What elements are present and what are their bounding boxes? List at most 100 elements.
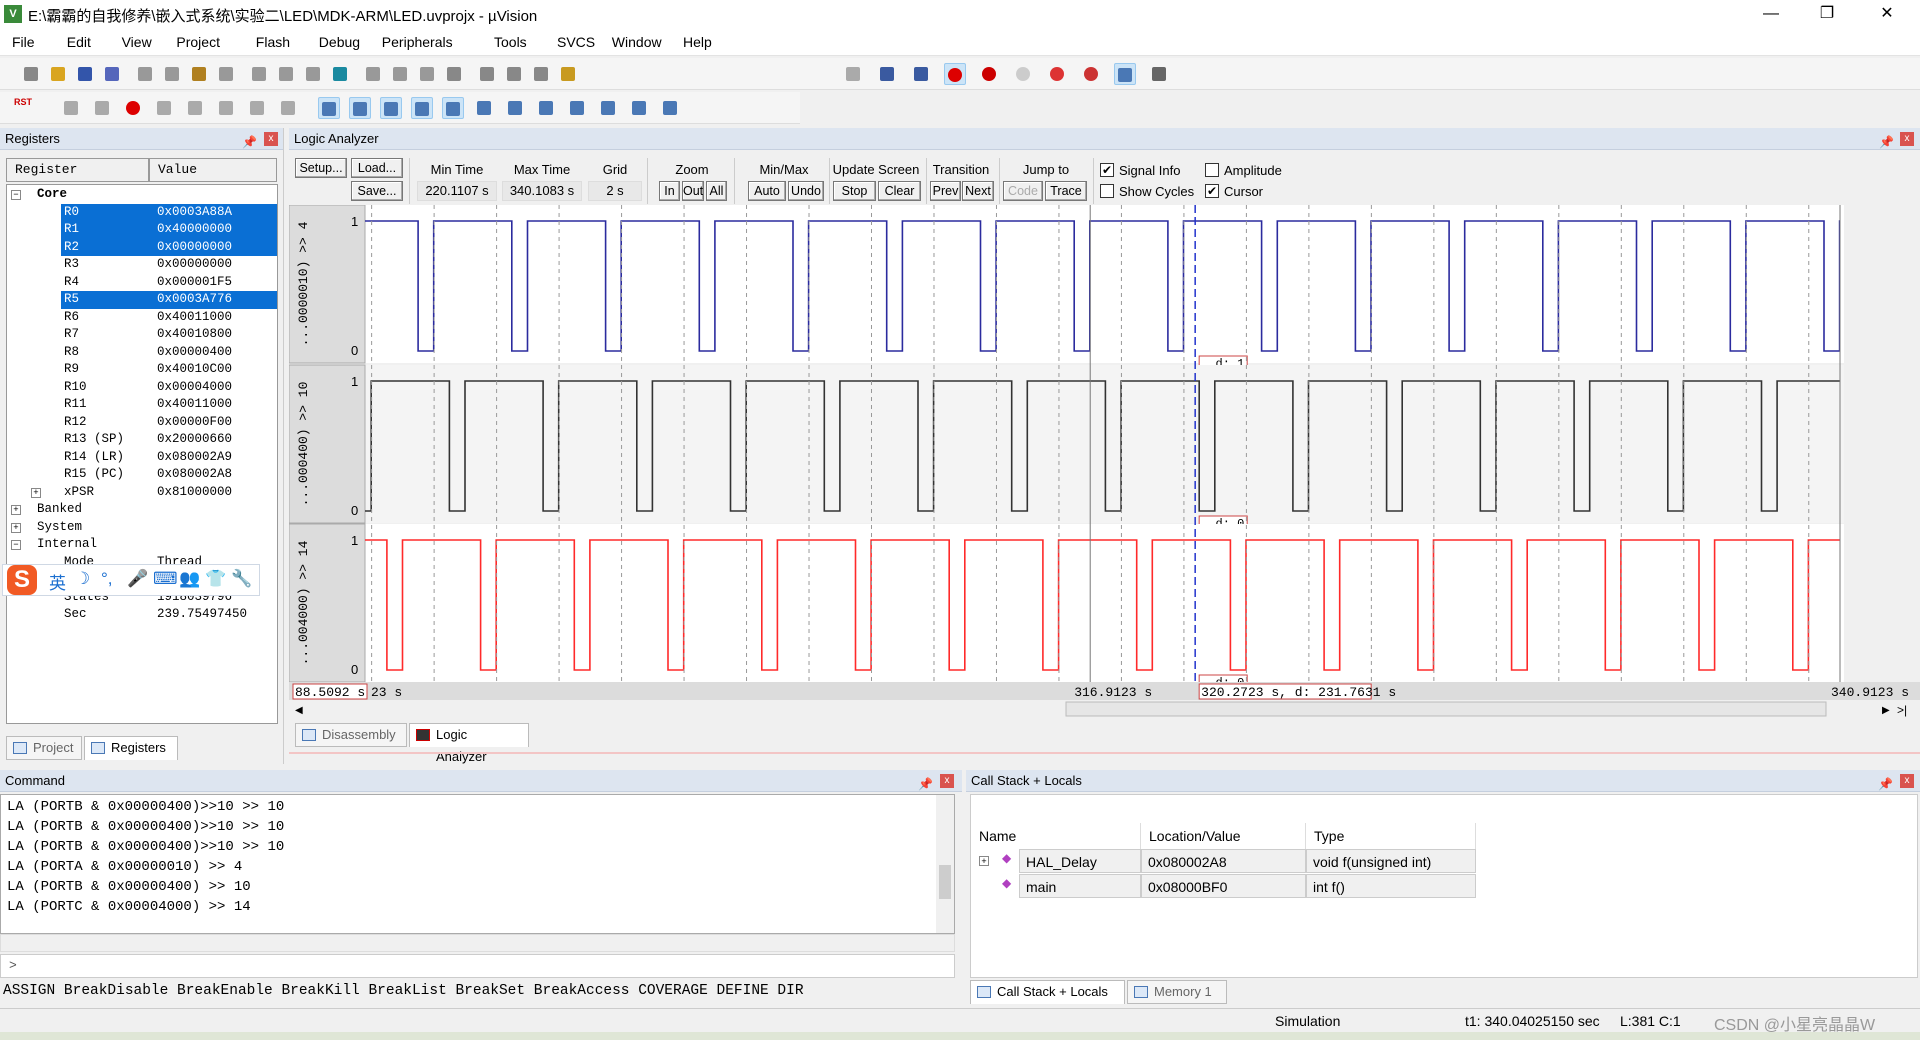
clear-bookmarks-icon[interactable] — [416, 63, 438, 85]
column-name[interactable]: Name — [971, 823, 1141, 849]
debug-settings-icon[interactable] — [876, 63, 898, 85]
step-out-icon[interactable] — [215, 97, 237, 119]
symbols-window-icon[interactable] — [380, 97, 402, 119]
menu-edit[interactable]: Edit — [67, 34, 91, 50]
zoom-out-button[interactable]: Out — [682, 181, 704, 201]
cursor-checkbox[interactable]: ✔ Cursor — [1205, 184, 1263, 199]
signal-info-checkbox[interactable]: ✔ Signal Info — [1100, 163, 1180, 178]
register-row[interactable]: R4 0x000001F5 — [7, 274, 277, 292]
register-row[interactable]: R5 0x0003A776 — [7, 291, 277, 309]
horizontal-scrollbar[interactable] — [0, 934, 955, 952]
code-button[interactable]: Code — [1003, 181, 1043, 201]
toolbox-icon[interactable] — [659, 97, 681, 119]
scroll-left-icon[interactable]: ◀ — [295, 705, 303, 716]
function-name[interactable]: main — [1019, 874, 1141, 898]
trace-windows-icon[interactable] — [597, 97, 619, 119]
menu-svcs[interactable]: SVCS — [557, 34, 595, 50]
memory-windows-icon[interactable] — [504, 97, 526, 119]
copy-icon[interactable] — [161, 63, 183, 85]
menu-flash[interactable]: Flash — [256, 34, 290, 50]
collapse-icon[interactable]: − — [11, 540, 21, 550]
amplitude-checkbox[interactable]: Amplitude — [1205, 163, 1282, 178]
tab-memory-1[interactable]: Memory 1 — [1127, 980, 1227, 1004]
redo-icon[interactable] — [248, 63, 270, 85]
undo-icon[interactable] — [215, 63, 237, 85]
tab-logic-analyzer[interactable]: Logic Analyzer — [409, 723, 529, 764]
cut-icon[interactable] — [134, 63, 156, 85]
kill-breakpoints-icon[interactable] — [1080, 63, 1102, 85]
ime-item-icon[interactable]: 👕 — [205, 569, 226, 589]
pin-icon[interactable]: 📌 — [918, 773, 933, 795]
menu-help[interactable]: Help — [683, 34, 712, 50]
menu-debug[interactable]: Debug — [319, 34, 360, 50]
tab-registers[interactable]: Registers — [84, 736, 178, 760]
clear-button[interactable]: Clear — [878, 181, 921, 201]
tab-call-stack[interactable]: Call Stack + Locals — [970, 980, 1125, 1004]
auto-button[interactable]: Auto — [748, 181, 786, 201]
disassembly-window-icon[interactable] — [349, 97, 371, 119]
nav-forward-icon[interactable] — [302, 63, 324, 85]
stop-icon[interactable] — [122, 97, 144, 119]
tab-disassembly[interactable]: Disassembly — [295, 723, 407, 747]
register-group[interactable]: + System — [7, 519, 277, 537]
register-row[interactable]: R12 0x00000F00 — [7, 414, 277, 432]
register-row[interactable]: R7 0x40010800 — [7, 326, 277, 344]
command-input[interactable]: > — [0, 954, 955, 978]
register-row[interactable]: R10 0x00004000 — [7, 379, 277, 397]
close-icon[interactable]: x — [264, 132, 278, 146]
register-row[interactable]: R3 0x00000000 — [7, 256, 277, 274]
menu-tools[interactable]: Tools — [494, 34, 527, 50]
scroll-end-icon[interactable]: >| — [1897, 703, 1907, 717]
register-row[interactable]: R9 0x40010C00 — [7, 361, 277, 379]
expand-icon[interactable]: + — [979, 856, 989, 866]
save-icon[interactable] — [74, 63, 96, 85]
insert-breakpoint-icon[interactable] — [978, 63, 1000, 85]
sogou-logo-icon[interactable]: S — [7, 565, 37, 595]
new-file-icon[interactable] — [20, 63, 42, 85]
step-into-icon[interactable] — [153, 97, 175, 119]
load-button[interactable]: Load... — [351, 158, 403, 178]
tools-icon[interactable] — [1148, 63, 1170, 85]
minimize-button[interactable]: — — [1748, 0, 1794, 28]
unindent-icon[interactable] — [476, 63, 498, 85]
zoom-all-button[interactable]: All — [706, 181, 727, 201]
pin-icon[interactable]: 📌 — [1878, 773, 1893, 795]
enable-breakpoint-icon[interactable] — [1012, 63, 1034, 85]
column-type[interactable]: Type — [1306, 823, 1476, 849]
register-row[interactable]: R8 0x00000400 — [7, 344, 277, 362]
trace-button[interactable]: Trace — [1045, 181, 1087, 201]
undo-button[interactable]: Undo — [788, 181, 824, 201]
ime-item-icon[interactable]: 🔧 — [231, 569, 252, 589]
serial-windows-icon[interactable] — [535, 97, 557, 119]
indent-icon[interactable] — [443, 63, 465, 85]
scrollbar-thumb[interactable] — [1065, 701, 1827, 717]
next-button[interactable]: Next — [962, 181, 994, 201]
register-row[interactable]: R2 0x00000000 — [7, 238, 277, 256]
collapse-icon[interactable]: − — [11, 190, 21, 200]
column-location[interactable]: Location/Value — [1141, 823, 1306, 849]
nav-back-icon[interactable] — [275, 63, 297, 85]
watch-windows-icon[interactable] — [473, 97, 495, 119]
ime-item-icon[interactable]: °, — [101, 569, 113, 589]
close-button[interactable]: ✕ — [1864, 0, 1910, 28]
reset-button[interactable]: RST — [12, 97, 34, 119]
bookmark-icon[interactable] — [329, 63, 351, 85]
register-row[interactable]: R14 (LR) 0x080002A9 — [7, 449, 277, 467]
expand-icon[interactable]: + — [11, 522, 21, 533]
registers-window-icon[interactable] — [411, 97, 433, 119]
register-row[interactable]: R0 0x0003A88A — [7, 203, 277, 221]
register-row[interactable]: + xPSR 0x81000000 — [7, 484, 277, 502]
save-all-icon[interactable] — [101, 63, 123, 85]
scroll-right-icon[interactable]: ▶ — [1882, 705, 1890, 716]
paste-icon[interactable] — [188, 63, 210, 85]
expand-icon[interactable]: + — [11, 505, 21, 515]
call-stack-window-icon[interactable] — [442, 97, 464, 119]
vertical-scrollbar[interactable] — [936, 795, 954, 933]
prev-bookmark-icon[interactable] — [362, 63, 384, 85]
run-icon[interactable] — [91, 97, 113, 119]
register-row[interactable]: R6 0x40011000 — [7, 309, 277, 327]
next-bookmark-icon[interactable] — [389, 63, 411, 85]
setup-button[interactable]: Setup... — [295, 158, 347, 178]
menu-window[interactable]: Window — [612, 34, 662, 50]
register-group[interactable]: − Core — [7, 186, 277, 204]
